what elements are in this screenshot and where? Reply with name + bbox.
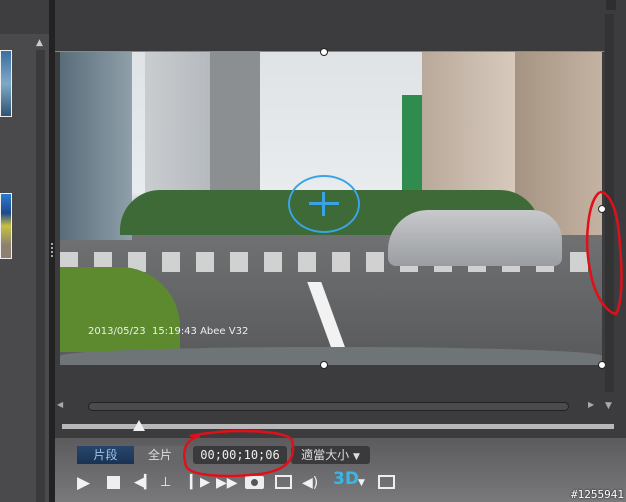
red-annotation-marks bbox=[183, 190, 623, 478]
annotation-curve-right bbox=[585, 190, 623, 316]
watermark: #1255941 bbox=[571, 488, 624, 501]
annotation-circle-timecode bbox=[183, 429, 295, 478]
